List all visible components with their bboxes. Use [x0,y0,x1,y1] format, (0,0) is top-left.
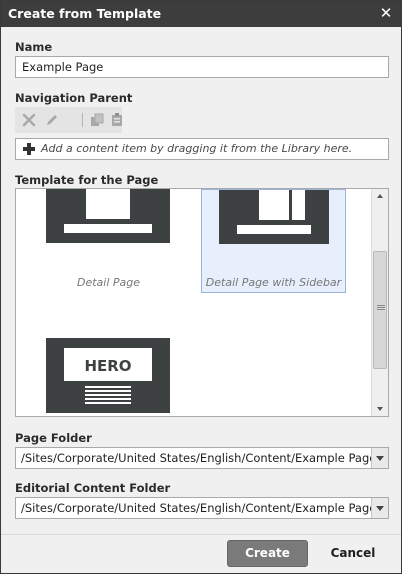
toolbar-separator [82,113,83,127]
create-button[interactable]: Create [227,540,308,567]
scrollbar-thumb[interactable] [373,251,387,369]
remove-icon[interactable] [21,112,37,128]
detail-page-sidebar-thumbnail [219,190,329,244]
grip-icon [377,305,385,310]
template-name: Detail Page [76,276,141,289]
navigation-parent-toolbar [15,107,122,133]
navigation-parent-dropzone[interactable]: Add a content item by dragging it from t… [15,138,389,160]
chevron-down-icon[interactable] [371,498,388,518]
scroll-up-icon[interactable] [372,189,388,203]
editorial-folder-select[interactable]: /Sites/Corporate/United States/English/C… [15,497,389,519]
hero-thumbnail: HERO [46,338,170,413]
name-input[interactable] [15,56,389,78]
create-from-template-dialog: Create from Template ✕ Name Navigation P… [0,0,402,574]
detail-page-thumbnail [46,189,170,243]
dialog-title-bar[interactable]: Create from Template ✕ [1,1,401,27]
page-folder-select[interactable]: /Sites/Corporate/United States/English/C… [15,447,389,469]
template-detail-page[interactable]: Detail Page [36,189,181,293]
paste-icon[interactable] [109,112,125,128]
hero-thumbnail-text: HERO [84,357,131,375]
template-label: Template for the Page [15,173,159,187]
template-scrollbar[interactable] [371,189,388,416]
copy-icon[interactable] [89,112,105,128]
close-icon[interactable]: ✕ [378,5,394,21]
chevron-down-icon[interactable] [371,448,388,468]
page-folder-label: Page Folder [15,431,92,445]
template-hero[interactable]: HERO [36,329,181,416]
template-detail-page-sidebar[interactable]: Detail Page with Sidebar [201,189,346,293]
dialog-footer: Create Cancel [1,534,401,573]
editorial-folder-label: Editorial Content Folder [15,481,171,495]
cancel-button[interactable]: Cancel [327,540,379,567]
dialog-title: Create from Template [8,6,162,21]
editorial-folder-value: /Sites/Corporate/United States/English/C… [21,501,377,515]
scroll-down-icon[interactable] [372,402,388,416]
page-folder-value: /Sites/Corporate/United States/English/C… [21,451,377,465]
template-name: Detail Page with Sidebar [205,276,342,289]
name-label: Name [15,40,53,54]
dropzone-hint: Add a content item by dragging it from t… [41,142,353,155]
edit-icon[interactable] [44,112,60,128]
navigation-parent-label: Navigation Parent [15,91,133,105]
plus-icon [23,143,35,155]
template-gallery: Detail Page Detail Page with Sidebar HER… [15,188,389,417]
